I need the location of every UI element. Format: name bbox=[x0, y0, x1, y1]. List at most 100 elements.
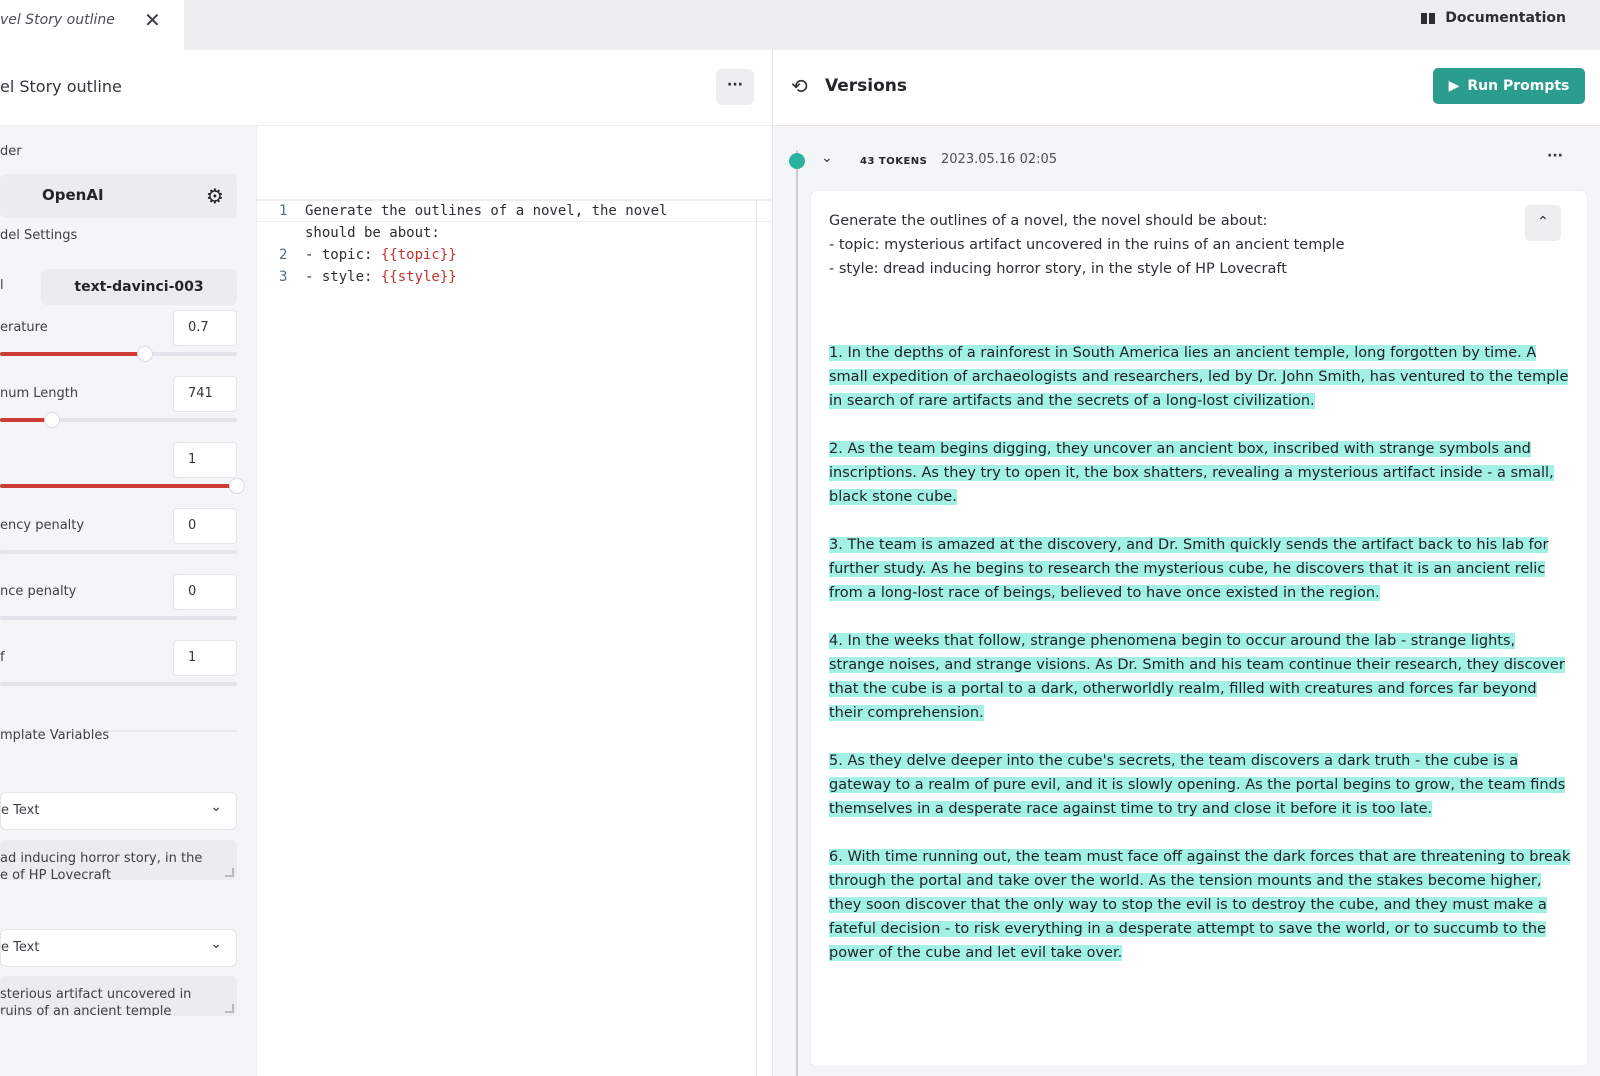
response-paragraph-text: 3. The team is amazed at the discovery, … bbox=[829, 537, 1549, 601]
close-icon[interactable]: ✕ bbox=[144, 10, 161, 30]
tab-title: vel Story outline bbox=[0, 12, 115, 28]
code-line: 1 Generate the outlines of a novel, the … bbox=[257, 200, 755, 222]
frequency-penalty-label: ency penalty bbox=[0, 518, 85, 533]
best-of-label: f bbox=[0, 650, 5, 665]
token-count: 43 TOKENS bbox=[860, 156, 928, 167]
slider-handle[interactable] bbox=[136, 346, 153, 362]
variable-value-textarea[interactable]: ad inducing horror story, in the e of HP… bbox=[0, 840, 237, 880]
presence-penalty-input[interactable]: 0 bbox=[173, 574, 237, 610]
temperature-slider[interactable] bbox=[0, 346, 237, 362]
versions-title: Versions bbox=[825, 76, 907, 96]
book-icon bbox=[1421, 12, 1436, 24]
code-line: 2 - topic: {{topic}} bbox=[257, 244, 755, 266]
prompt-line: Generate the outlines of a novel, the no… bbox=[829, 213, 1268, 229]
temperature-label: erature bbox=[0, 320, 48, 335]
versions-panel: ⟲ Versions ▶ Run Prompts ⌄ 43 TOKENS 202… bbox=[772, 50, 1600, 1076]
slider-fill bbox=[0, 484, 237, 488]
provider-selector[interactable]: OpenAI ⚙ bbox=[0, 174, 237, 218]
documentation-link[interactable]: Documentation bbox=[1421, 10, 1566, 26]
best-of-slider[interactable] bbox=[0, 682, 237, 686]
variable-type-select[interactable]: e Text ⌄ bbox=[0, 929, 237, 967]
max-length-slider[interactable] bbox=[0, 412, 237, 428]
line-number: 1 bbox=[279, 203, 288, 219]
code-line: 3 - style: {{style}} bbox=[257, 266, 755, 288]
response-paragraph: 2. As the team begins digging, they unco… bbox=[829, 437, 1573, 509]
code-line-wrap: should be about: bbox=[257, 222, 755, 244]
chevron-down-icon: ⌄ bbox=[210, 936, 222, 952]
response-paragraph: 4. In the weeks that follow, strange phe… bbox=[829, 629, 1573, 725]
version-dot bbox=[789, 153, 805, 169]
presence-penalty-label: nce penalty bbox=[0, 584, 77, 599]
settings-panel: der OpenAI ⚙ del Settings l text-davinci… bbox=[0, 126, 256, 1076]
editor-scrollbar[interactable] bbox=[756, 200, 757, 1076]
top-p-input[interactable]: 1 bbox=[173, 442, 237, 478]
max-length-label: num Length bbox=[0, 386, 79, 401]
variable-value-textarea[interactable]: sterious artifact uncovered in ruins of … bbox=[0, 976, 237, 1016]
slider-handle[interactable] bbox=[229, 478, 245, 494]
model-settings-label: del Settings bbox=[0, 228, 78, 243]
temperature-input[interactable]: 0.7 bbox=[173, 310, 237, 346]
presence-penalty-slider[interactable] bbox=[0, 616, 237, 620]
prompt-line: - style: dread inducing horror story, in… bbox=[829, 261, 1287, 277]
code-text: - style: bbox=[305, 269, 381, 285]
version-more-button[interactable]: ··· bbox=[1547, 148, 1563, 164]
variable-value-line: sterious artifact uncovered in bbox=[0, 987, 192, 1002]
variable-type-value: e Text bbox=[1, 940, 40, 955]
resize-handle-icon[interactable] bbox=[225, 1004, 234, 1013]
response-paragraph: 6. With time running out, the team must … bbox=[829, 845, 1573, 965]
variable-value-line: ad inducing horror story, in the bbox=[0, 851, 203, 866]
code-area[interactable]: 1 Generate the outlines of a novel, the … bbox=[257, 200, 755, 288]
prompt-editor[interactable]: 1 Generate the outlines of a novel, the … bbox=[256, 126, 773, 1076]
model-label: l bbox=[0, 278, 4, 293]
version-timeline bbox=[796, 150, 798, 1076]
versions-header: ⟲ Versions ▶ Run Prompts bbox=[773, 50, 1600, 126]
prompt-text: Generate the outlines of a novel, the no… bbox=[829, 209, 1519, 281]
resize-handle-icon[interactable] bbox=[225, 868, 234, 877]
run-prompts-label: Run Prompts bbox=[1467, 78, 1570, 94]
response-paragraph-text: 6. With time running out, the team must … bbox=[829, 849, 1571, 961]
variable-value-line: ruins of an ancient temple bbox=[0, 1004, 172, 1016]
gear-icon[interactable]: ⚙ bbox=[206, 184, 224, 208]
chevron-up-icon[interactable]: ⌃ bbox=[1525, 205, 1561, 241]
play-icon: ▶ bbox=[1448, 78, 1460, 94]
response-paragraph: 3. The team is amazed at the discovery, … bbox=[829, 533, 1573, 605]
response-paragraph-text: 1. In the depths of a rainforest in Sout… bbox=[829, 345, 1569, 409]
line-number: 2 bbox=[279, 247, 288, 263]
code-text: should be about: bbox=[305, 225, 440, 241]
code-text: - topic: bbox=[305, 247, 381, 263]
frequency-penalty-slider[interactable] bbox=[0, 550, 237, 554]
response-paragraph-text: 2. As the team begins digging, they unco… bbox=[829, 441, 1554, 505]
template-variable: {{style}} bbox=[380, 269, 457, 285]
variable-value-line: e of HP Lovecraft bbox=[0, 868, 112, 880]
variable-type-value: e Text bbox=[1, 803, 40, 818]
prompt-header: el Story outline bbox=[0, 50, 772, 126]
run-prompts-button[interactable]: ▶ Run Prompts bbox=[1433, 68, 1585, 104]
slider-fill bbox=[0, 352, 145, 356]
response-paragraph: 1. In the depths of a rainforest in Sout… bbox=[829, 341, 1573, 413]
top-bar: vel Story outline ✕ Documentation bbox=[0, 0, 1600, 50]
provider-label: der bbox=[0, 144, 22, 159]
history-icon: ⟲ bbox=[791, 74, 808, 98]
model-select[interactable]: text-davinci-003 bbox=[41, 269, 237, 305]
variable-type-select[interactable]: e Text ⌄ bbox=[0, 792, 237, 830]
template-variables-label: mplate Variables bbox=[0, 728, 110, 743]
max-length-input[interactable]: 741 bbox=[173, 376, 237, 412]
template-variable: {{topic}} bbox=[380, 247, 457, 263]
documentation-label: Documentation bbox=[1445, 10, 1566, 26]
slider-handle[interactable] bbox=[44, 412, 61, 428]
provider-name: OpenAI bbox=[42, 186, 104, 204]
response-paragraph-text: 4. In the weeks that follow, strange phe… bbox=[829, 633, 1565, 721]
response-text: 1. In the depths of a rainforest in Sout… bbox=[829, 341, 1573, 989]
response-paragraph-text: 5. As they delve deeper into the cube's … bbox=[829, 753, 1566, 817]
line-number: 3 bbox=[279, 269, 288, 285]
chevron-down-icon[interactable]: ⌄ bbox=[821, 150, 833, 166]
top-p-slider[interactable] bbox=[0, 478, 245, 494]
version-card: ⌃ Generate the outlines of a novel, the … bbox=[811, 191, 1587, 1066]
tab-story-outline[interactable]: vel Story outline ✕ bbox=[0, 0, 184, 50]
best-of-input[interactable]: 1 bbox=[173, 640, 237, 676]
more-options-button[interactable]: ··· bbox=[716, 69, 754, 105]
response-paragraph: 5. As they delve deeper into the cube's … bbox=[829, 749, 1573, 821]
frequency-penalty-input[interactable]: 0 bbox=[173, 508, 237, 544]
prompt-line: - topic: mysterious artifact uncovered i… bbox=[829, 237, 1345, 253]
code-text: Generate the outlines of a novel, the no… bbox=[305, 203, 668, 219]
